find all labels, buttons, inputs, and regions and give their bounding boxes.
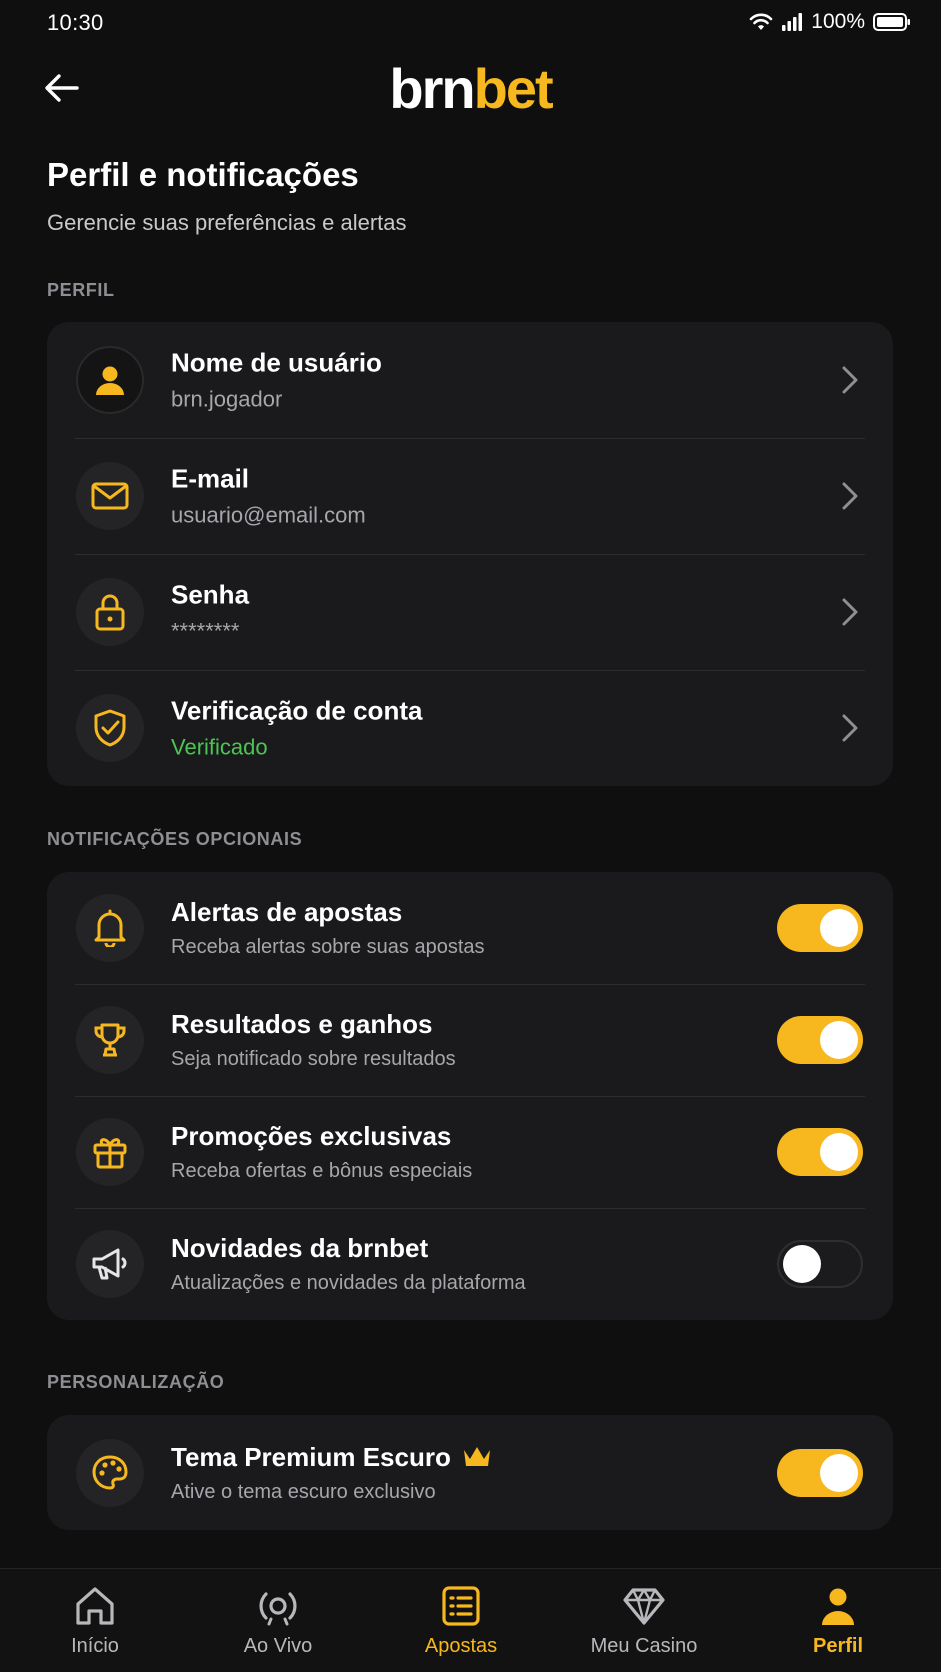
profile-row-email[interactable]: E-mail usuario@email.com [47,438,893,554]
nav-label: Meu Casino [590,1634,698,1657]
section-label-notifications: NOTIFICAÇÕES OPCIONAIS [47,829,303,849]
notification-row-news: Novidades da brnbet Atualizações e novid… [47,1208,893,1320]
trophy-icon [76,1006,144,1074]
notification-row-promotions: Promoções exclusivas Receba ofertas e bô… [47,1096,893,1208]
row-value: usuario@email.com [171,502,366,528]
nav-item-profile[interactable]: Perfil [788,1569,888,1672]
nav-label: Ao Vivo [243,1634,313,1657]
bets-icon [442,1585,480,1626]
nav-item-bets[interactable]: Apostas [411,1569,511,1672]
toggle-knob [820,1453,858,1492]
nav-label: Apostas [424,1634,498,1657]
dark-theme-toggle[interactable] [777,1448,863,1497]
screen: 10:30 100% brnbet Perfil e notificações … [0,0,941,1672]
row-title: Senha [171,579,250,610]
profile-icon [822,1588,854,1625]
status-indicators: 100% [749,10,911,34]
brnbet-logo: brnbet [389,57,553,120]
home-icon [76,1586,114,1625]
results-toggle[interactable] [777,1016,863,1064]
lock-icon [76,578,144,646]
section-label-personalization: PERSONALIZAÇÃO [47,1372,225,1392]
theme-title: Tema Premium Escuro [171,1441,451,1472]
toggle-knob [820,1133,858,1171]
user-icon [76,346,144,414]
verified-status: Verificado [171,734,268,760]
megaphone-icon [76,1230,144,1298]
profile-row-password[interactable]: Senha ******** [47,554,893,670]
row-description: Atualizações e novidades da plataforma [171,1272,526,1294]
nav-label: Perfil [812,1634,864,1657]
bottom-navigation: Início Ao Vivo Apostas Meu Casino Perfil [0,1568,941,1672]
row-title: Resultados e ganhos [171,1009,433,1039]
row-title: Tema Premium Escuro [171,1442,493,1473]
toggle-knob [820,909,858,947]
toggle-knob [783,1245,821,1283]
row-value: ******** [171,618,240,644]
gift-icon [76,1118,144,1186]
nav-label: Início [71,1634,119,1657]
chevron-right-icon [842,482,858,510]
toggle-knob [820,1021,858,1059]
row-title: Verificação de conta [171,695,423,726]
row-title: Nome de usuário [171,347,382,378]
palette-icon [76,1438,144,1507]
status-time: 10:30 [47,10,104,35]
row-description: Ative o tema escuro exclusivo [171,1480,436,1503]
row-description: Seja notificado sobre resultados [171,1048,456,1070]
news-toggle[interactable] [777,1240,863,1288]
bet-alerts-toggle[interactable] [777,904,863,952]
notification-row-results: Resultados e ganhos Seja notificado sobr… [47,984,893,1096]
chevron-right-icon [842,366,858,394]
section-label-profile: PERFIL [47,280,115,300]
battery-percent: 100% [811,10,865,33]
page-subtitle: Gerencie suas preferências e alertas [47,210,407,235]
nav-item-casino[interactable]: Meu Casino [578,1569,710,1672]
chevron-right-icon [842,714,858,742]
personalization-row-dark-theme: Tema Premium Escuro Ative o tema escuro … [47,1415,893,1530]
notifications-card: Alertas de apostas Receba alertas sobre … [47,872,893,1320]
profile-row-verification[interactable]: Verificação de conta Verificado [47,670,893,786]
bell-icon [76,894,144,962]
crown-icon [463,1447,490,1466]
row-value: brn.jogador [171,386,283,412]
shield-check-icon [76,694,144,762]
row-description: Receba ofertas e bônus especiais [171,1160,473,1182]
personalization-card: Tema Premium Escuro Ative o tema escuro … [47,1415,893,1530]
row-title: E-mail [171,463,250,494]
signal-icon [781,12,803,32]
live-icon [259,1591,297,1625]
nav-item-live[interactable]: Ao Vivo [228,1569,328,1672]
profile-card: Nome de usuário brn.jogador E-mail usuar… [47,322,893,786]
promotions-toggle[interactable] [777,1128,863,1176]
row-title: Novidades da brnbet [171,1233,429,1263]
row-title: Alertas de apostas [171,897,403,927]
chevron-right-icon [842,598,858,626]
row-description: Receba alertas sobre suas apostas [171,936,485,958]
app-header: brnbet [0,56,941,122]
battery-icon [873,12,911,32]
status-bar: 10:30 100% [0,0,941,46]
profile-row-username[interactable]: Nome de usuário brn.jogador [47,322,893,438]
wifi-icon [749,12,773,32]
mail-icon [76,462,144,530]
notification-row-bet-alerts: Alertas de apostas Receba alertas sobre … [47,872,893,984]
diamond-icon [623,1587,665,1625]
nav-item-home[interactable]: Início [45,1569,145,1672]
page-title: Perfil e notificações [47,156,359,193]
row-title: Promoções exclusivas [171,1121,452,1151]
